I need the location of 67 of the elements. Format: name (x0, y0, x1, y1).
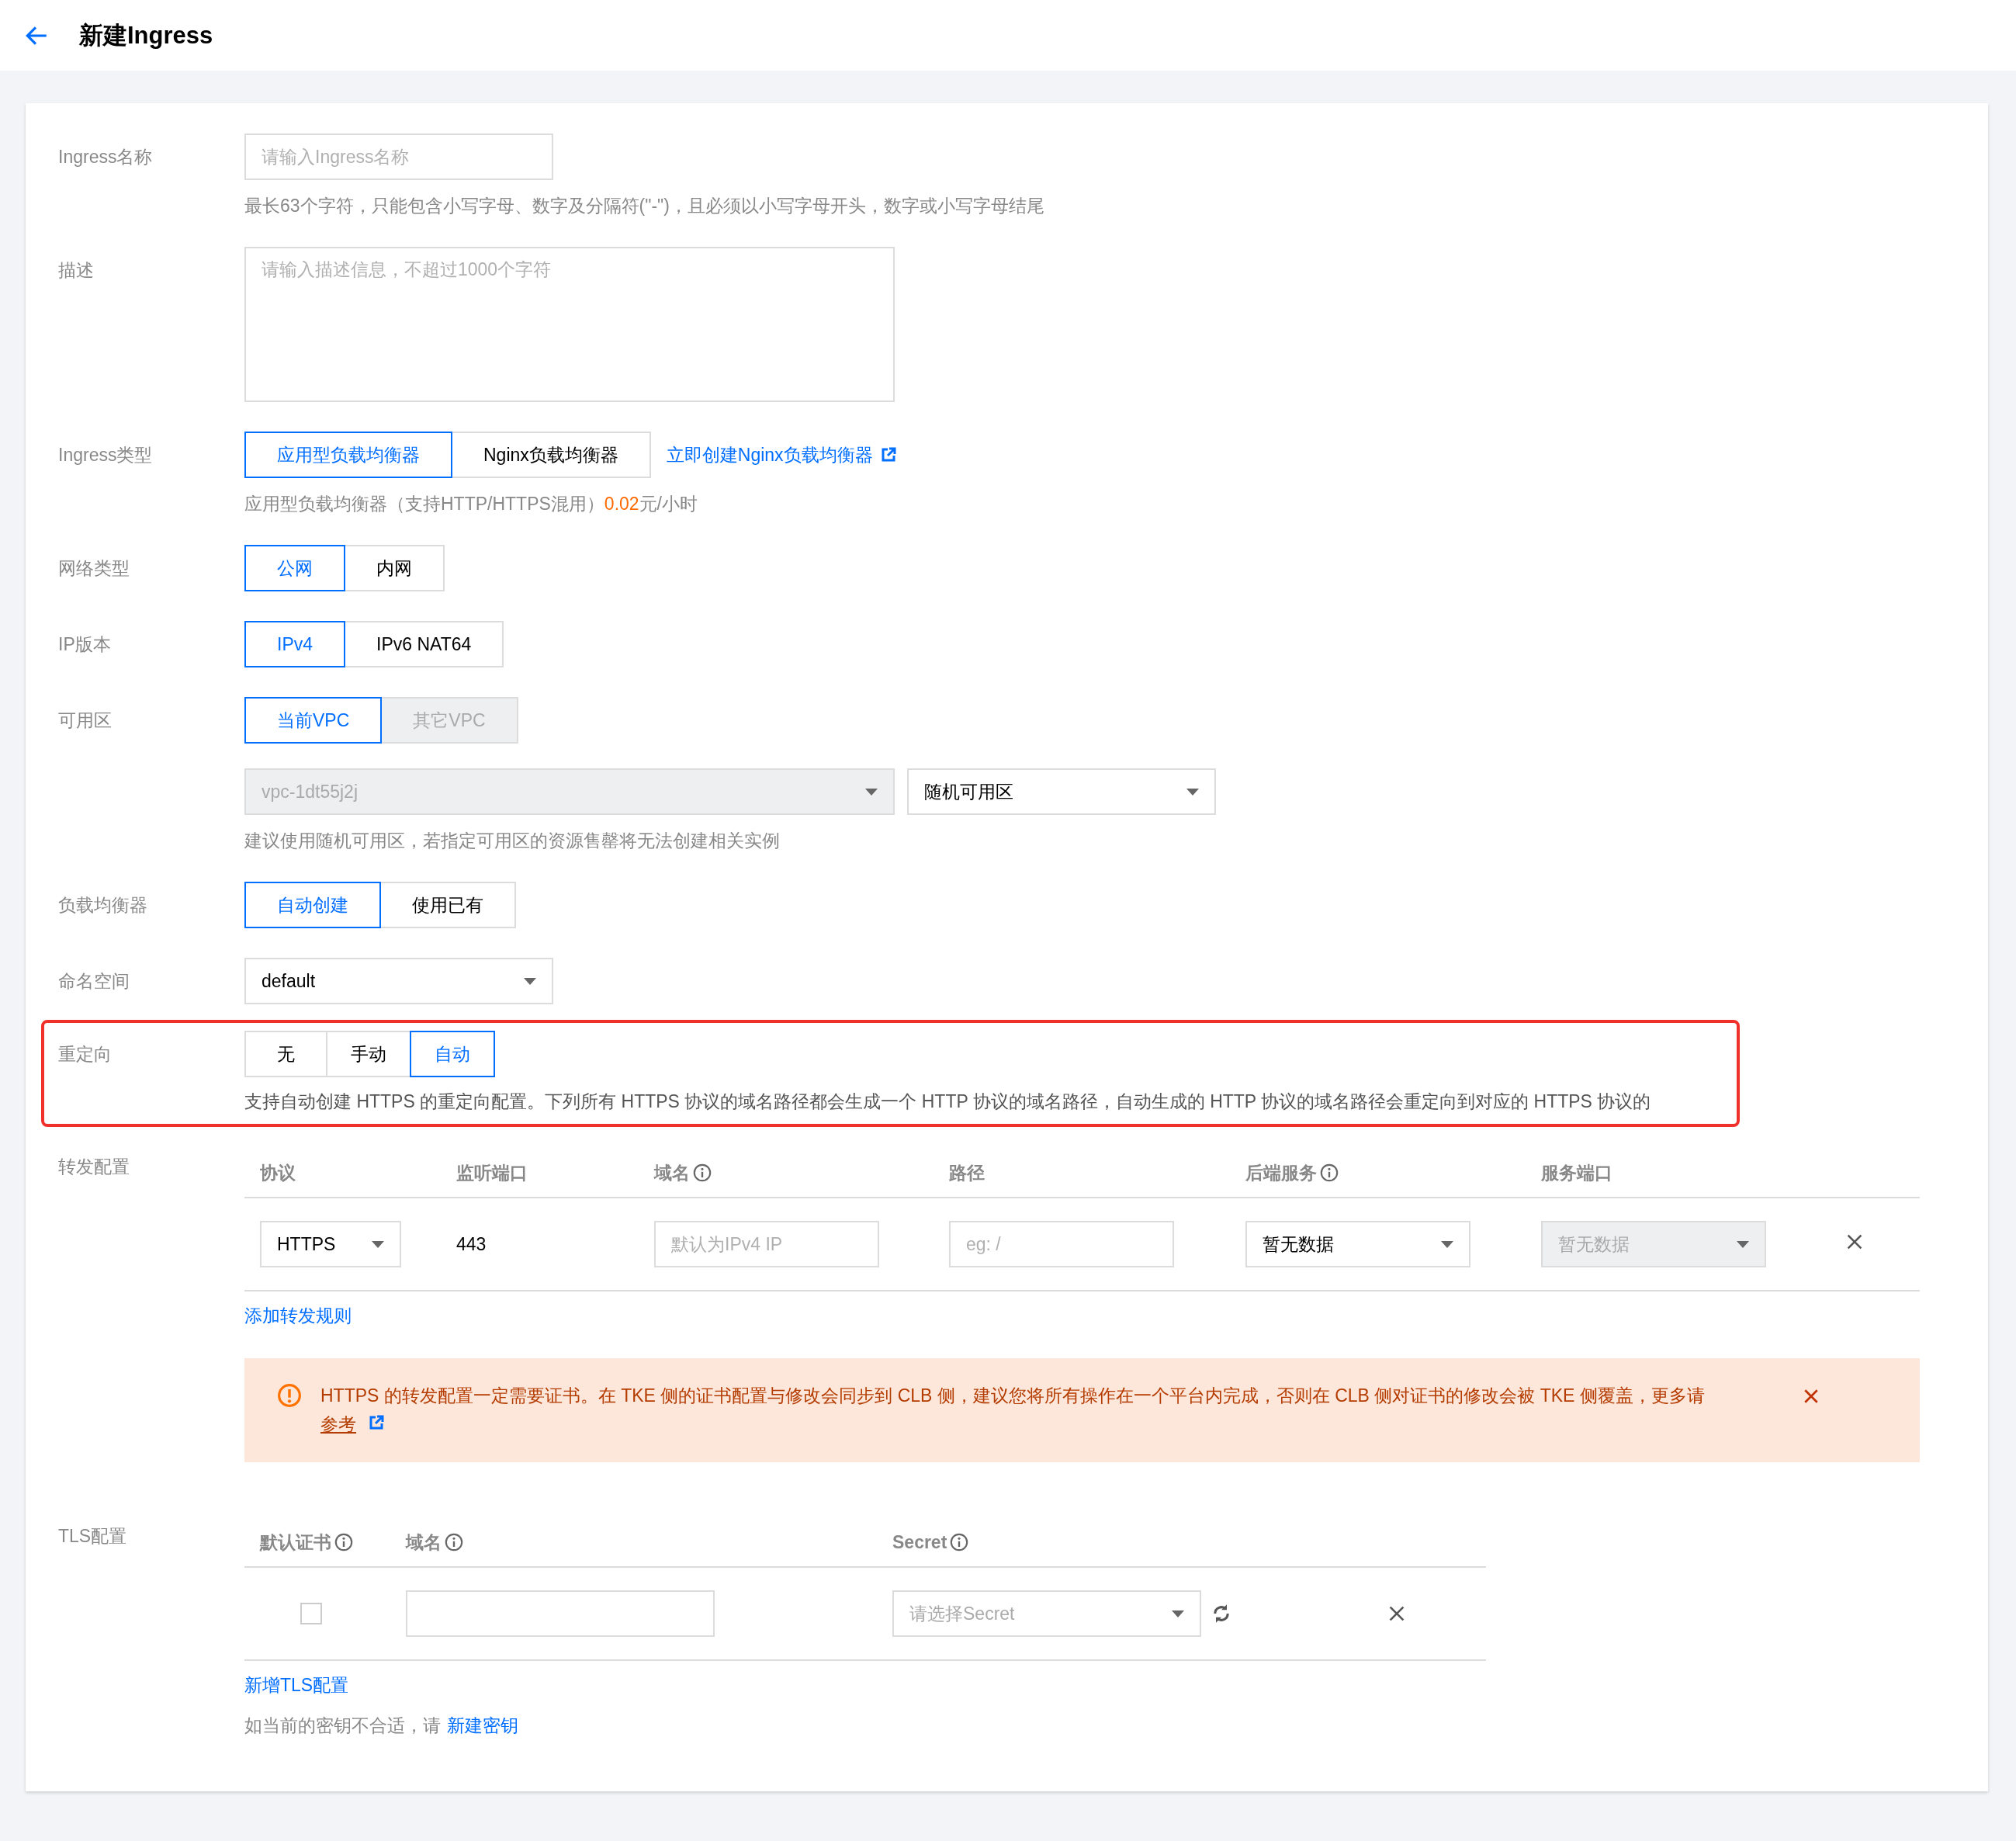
protocol-select[interactable]: HTTPS (260, 1221, 401, 1267)
segment-button[interactable]: IPv6 NAT64 (344, 621, 504, 667)
hint-text: 建议使用随机可用区，若指定可用区的资源售罄将无法创建相关实例 (244, 830, 780, 852)
zone-select[interactable]: 随机可用区 (907, 768, 1216, 815)
column-header: 协议 (260, 1161, 296, 1184)
segment-button[interactable]: Nginx负载均衡器 (451, 432, 651, 478)
info-icon[interactable] (950, 1533, 969, 1552)
column-header: Secret (892, 1531, 947, 1553)
segment-button[interactable]: 手动 (326, 1031, 411, 1077)
close-icon[interactable] (1845, 1233, 1864, 1251)
info-icon[interactable] (693, 1163, 712, 1182)
path-input[interactable]: eg: / (949, 1221, 1174, 1267)
info-icon[interactable] (334, 1533, 353, 1552)
reference-link[interactable]: 参考 (320, 1414, 356, 1434)
page-title: 新建Ingress (79, 20, 213, 50)
hint-text: 支持自动创建 HTTPS 的重定向配置。下列所有 HTTPS 协议的域名路径都会生成一个 HTTP 协议的域名路径，自动生成的 HTTP 协议的域名路径会重定向到对应的 HTTPS 协议的 (244, 1090, 1651, 1113)
segment-button[interactable]: 无 (244, 1031, 327, 1077)
price-hint: 应用型负载均衡器（支持HTTP/HTTPS混用）0.02元/小时 (244, 493, 698, 515)
name-input[interactable]: 请输入Ingress名称 (244, 133, 553, 180)
add-tls-link[interactable]: 新增TLS配置 (244, 1673, 349, 1697)
hint-text: 最长63个字符，只能包含小写字母、数字及分隔符("-")，且必须以小写字母开头，数字或小写字母结尾 (244, 195, 1044, 217)
segment-button[interactable]: IPv4 (244, 621, 346, 667)
column-header: 默认证书 (260, 1531, 331, 1554)
segment-button[interactable]: 自动创建 (244, 882, 381, 928)
column-header: 服务端口 (1541, 1161, 1612, 1184)
segment-button[interactable]: 应用型负载均衡器 (244, 432, 452, 478)
description-input[interactable]: 请输入描述信息，不超过1000个字符 (244, 247, 895, 402)
column-header: 域名 (654, 1161, 690, 1184)
field-label: IP版本 (58, 633, 112, 656)
field-label: 描述 (58, 259, 95, 282)
column-header: 监听端口 (456, 1161, 528, 1184)
segment-button[interactable]: 公网 (244, 545, 345, 591)
alert-message: HTTPS 的转发配置一定需要证书。在 TKE 侧的证书配置与修改会同步到 CLB 侧，建议您将所有操作在一个平台内完成，否则在 CLB 侧对证书的修改会被 TKE 侧覆盖，更多请 参考 (320, 1385, 1706, 1436)
field-label: 可用区 (58, 709, 113, 732)
domain-input[interactable]: 默认为IPv4 IP (654, 1221, 879, 1267)
field-label: 重定向 (58, 1043, 113, 1066)
field-label: 转发配置 (58, 1156, 130, 1178)
segment-button[interactable]: 使用已有 (379, 882, 516, 928)
segment-button[interactable]: 自动 (410, 1031, 495, 1077)
field-label: 命名空间 (58, 970, 130, 993)
info-icon[interactable] (1320, 1163, 1339, 1182)
field-label: Ingress类型 (58, 444, 154, 466)
create-secret-link[interactable]: 新建密钥 (447, 1714, 518, 1738)
external-link-icon[interactable] (880, 447, 896, 463)
domain-input[interactable] (406, 1590, 715, 1637)
backend-service-select[interactable]: 暂无数据 (1245, 1221, 1470, 1267)
close-icon[interactable] (1803, 1388, 1820, 1405)
column-header: 域名 (406, 1531, 442, 1554)
field-label: TLS配置 (58, 1525, 128, 1548)
warning-icon (277, 1383, 302, 1408)
field-label: Ingress名称 (58, 146, 154, 168)
port-value: 443 (456, 1233, 487, 1254)
field-label: 负载均衡器 (58, 894, 148, 917)
external-link-icon[interactable] (369, 1415, 385, 1430)
field-label: 网络类型 (58, 557, 130, 580)
info-icon[interactable] (445, 1533, 463, 1552)
add-rule-link[interactable]: 添加转发规则 (244, 1304, 352, 1327)
segment-button[interactable]: 内网 (344, 545, 445, 591)
segment-button[interactable]: 当前VPC (244, 697, 383, 744)
close-icon[interactable] (1387, 1604, 1406, 1623)
column-header: 路径 (949, 1161, 985, 1184)
hint-text: 如当前的密钥不合适，请 (244, 1714, 441, 1737)
secret-select[interactable]: 请选择Secret (892, 1590, 1201, 1637)
default-checkbox[interactable] (300, 1603, 322, 1624)
column-header: 后端服务 (1245, 1161, 1317, 1184)
namespace-select[interactable]: default (244, 958, 553, 1004)
create-nginx-link[interactable]: 立即创建Nginx负载均衡器 (666, 442, 873, 467)
